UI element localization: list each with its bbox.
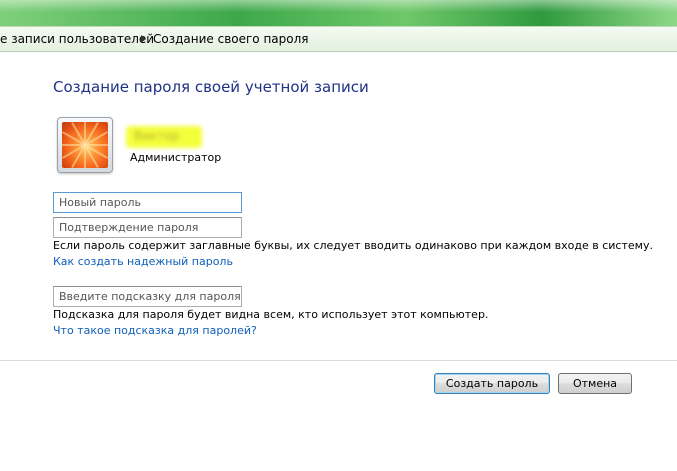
strong-password-link[interactable]: Как создать надежный пароль: [53, 255, 233, 268]
window-title-band: [0, 0, 677, 26]
confirm-password-field[interactable]: Подтверждение пароля: [53, 217, 242, 238]
breadcrumb-current: Создание своего пароля: [153, 32, 309, 46]
user-avatar: [57, 117, 113, 173]
breadcrumb: е записи пользователей Создание своего п…: [0, 26, 677, 52]
new-password-field[interactable]: Новый пароль: [53, 192, 242, 213]
account-role: Администратор: [130, 151, 222, 164]
case-sensitivity-note: Если пароль содержит заглавные буквы, их…: [53, 239, 653, 252]
cancel-button[interactable]: Отмена: [558, 373, 632, 394]
footer-divider: [0, 360, 677, 361]
flower-picture-icon: [62, 122, 108, 168]
breadcrumb-separator-icon: [141, 35, 146, 43]
breadcrumb-parent[interactable]: е записи пользователей: [0, 27, 154, 51]
hint-visibility-note: Подсказка для пароля будет видна всем, к…: [53, 308, 489, 321]
create-password-button[interactable]: Создать пароль: [434, 373, 550, 394]
account-name: Виктор: [134, 129, 180, 143]
password-hint-help-link[interactable]: Что такое подсказка для паролей?: [53, 324, 257, 337]
page-title: Создание пароля своей учетной записи: [53, 78, 369, 96]
password-hint-field[interactable]: Введите подсказку для пароля: [53, 286, 242, 307]
